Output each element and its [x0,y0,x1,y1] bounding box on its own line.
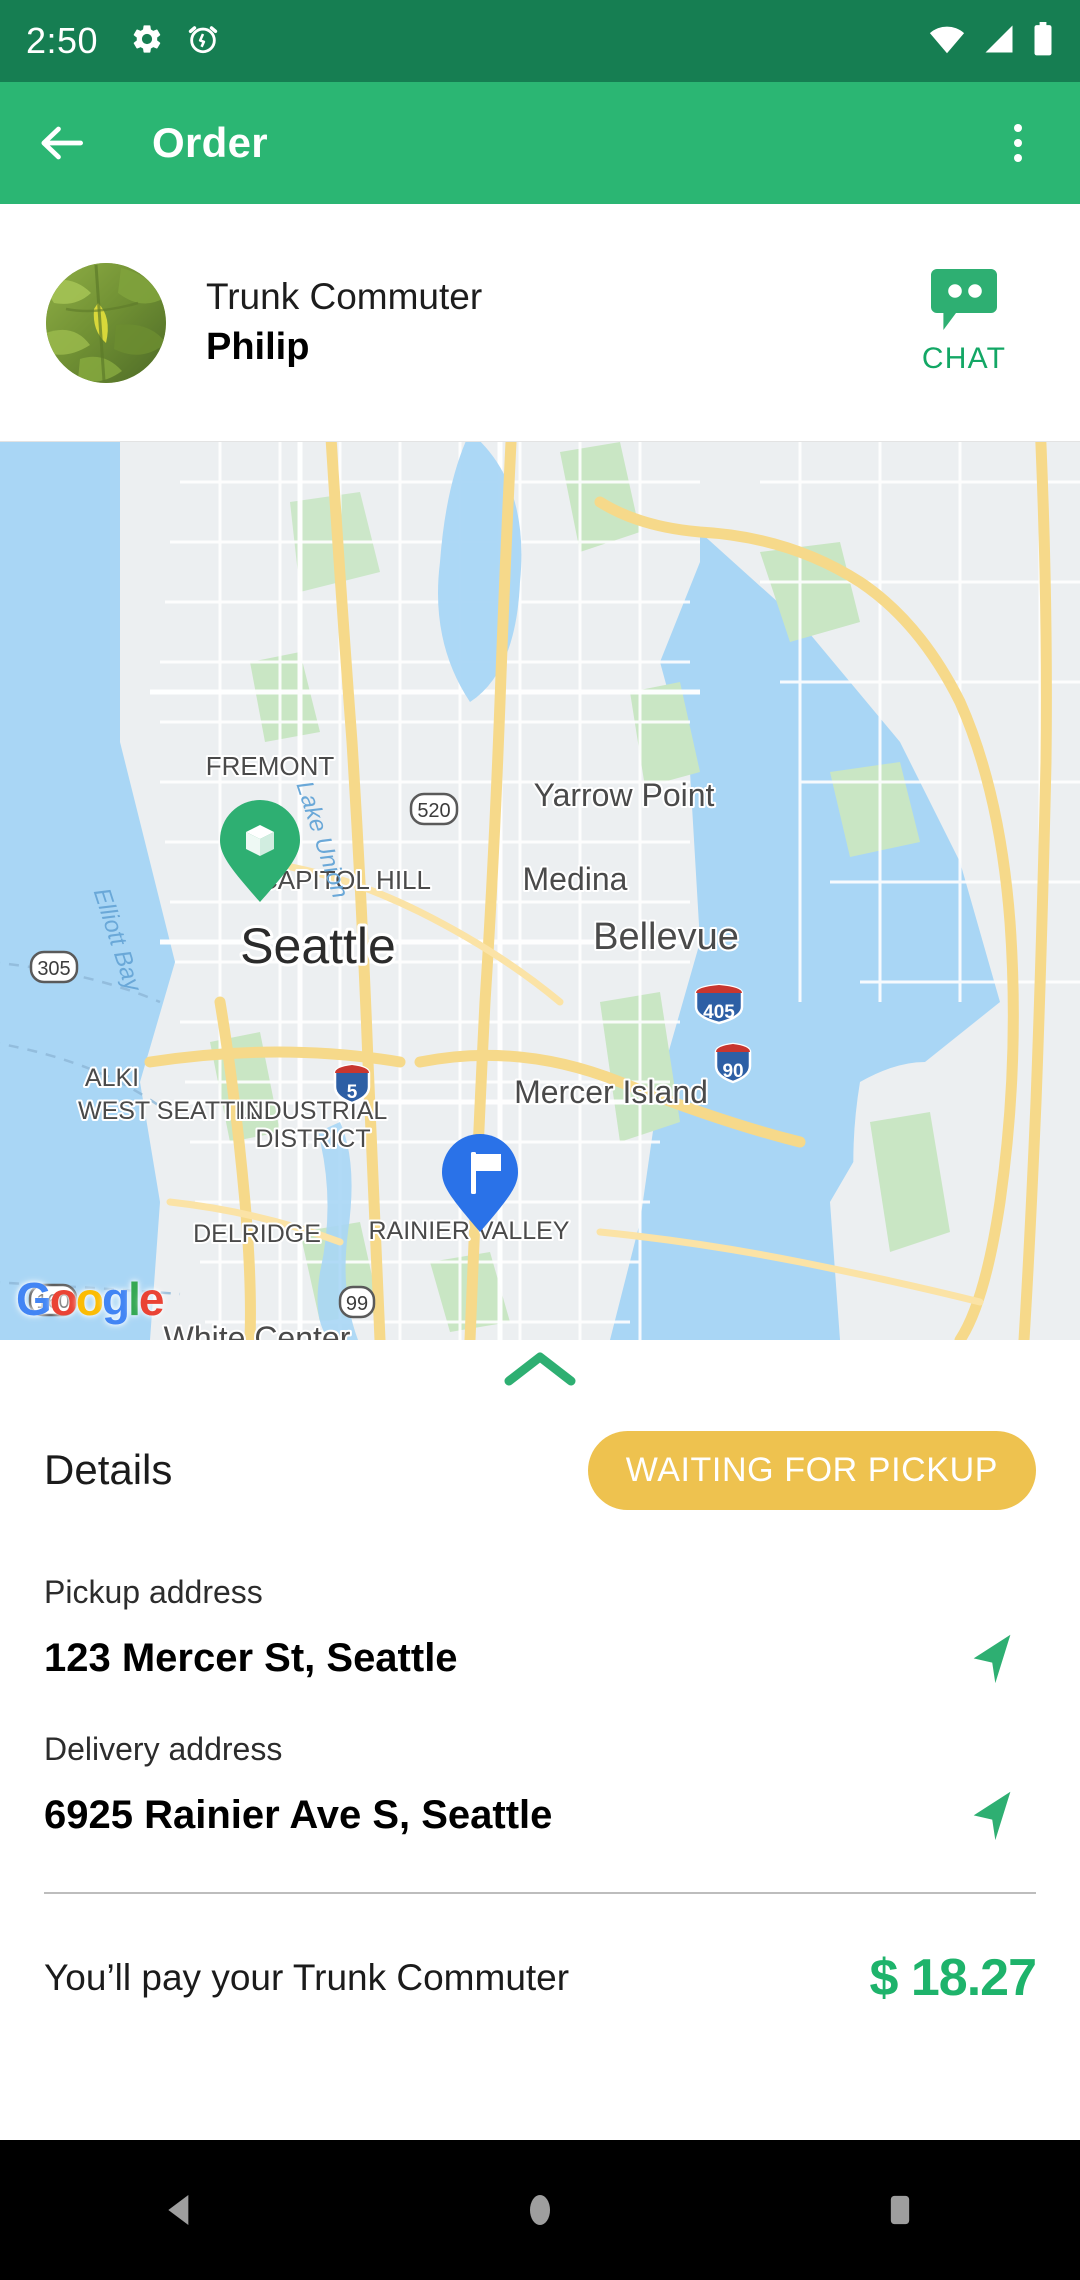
map-label: Seattle [240,918,396,974]
delivery-address-value: 6925 Rainier Ave S, Seattle [44,1792,553,1837]
chat-button-label: CHAT [921,342,1007,375]
highway-shield: 90 [714,1042,752,1084]
svg-text:405: 405 [703,1002,735,1023]
svg-text:99: 99 [346,1293,368,1315]
details-header-row: Details WAITING FOR PICKUP [0,1410,1080,1530]
highway-shield: 520 [409,792,459,826]
back-arrow-icon[interactable] [34,115,90,171]
payment-row: You’ll pay your Trunk Commuter $ 18.27 [0,1948,1080,2008]
status-bar-clock: 2:50 [26,20,99,61]
highway-shield: 5 [333,1063,371,1105]
svg-text:305: 305 [37,958,70,980]
nav-home-icon[interactable] [500,2170,580,2250]
map-label: INDUSTRIAL [239,1097,388,1125]
status-bar-system-icons [928,21,1054,61]
highway-shield: 405 [694,983,744,1025]
svg-text:90: 90 [722,1061,743,1082]
pickup-address-value: 123 Mercer St, Seattle [44,1635,458,1680]
status-badge[interactable]: WAITING FOR PICKUP [587,1430,1036,1510]
status-bar: 2:50 [0,0,1080,82]
delivery-address-block: Delivery address 6925 Rainier Ave S, Sea… [0,1731,1080,1844]
highway-shield: 305 [29,950,79,984]
chat-button[interactable]: CHAT [894,269,1034,376]
map-label: DELRIDGE [193,1220,321,1248]
payment-label: You’ll pay your Trunk Commuter [44,1957,570,1998]
map-label: ALKI [85,1064,139,1092]
app-screen: 2:50 Order Trunk Commuter Philip CHAT FR… [0,0,1080,2280]
avatar [46,262,166,383]
order-details-sheet: Details WAITING FOR PICKUP Pickup addres… [0,1340,1080,2140]
battery-icon [1032,21,1054,61]
payment-amount: $ 18.27 [869,1949,1037,2007]
page-title: Order [152,119,268,166]
overflow-dot [1014,124,1022,132]
chevron-up-icon [503,1349,577,1394]
wifi-icon [928,24,966,59]
chat-bubble-icon [931,269,997,336]
google-logo-letter: g [102,1273,130,1325]
pickup-address-row: 123 Mercer St, Seattle [44,1629,1036,1687]
courier-person-name: Philip [206,325,310,368]
google-logo-letter: e [138,1273,165,1325]
map-label: FREMONT [206,751,335,781]
map-label: RAINIER VALLEY [368,1217,569,1245]
map-label: Bellevue [593,916,739,958]
pickup-address-block: Pickup address 123 Mercer St, Seattle [0,1574,1080,1687]
alarm-clock-icon [186,22,220,61]
map-label: Medina [523,861,628,897]
courier-service-name: Trunk Commuter [206,276,483,317]
google-logo-letter: G [16,1273,52,1325]
courier-info: Trunk Commuter Philip [206,273,482,372]
navigate-arrow-icon[interactable] [964,1629,1022,1687]
overflow-dot [1014,154,1022,162]
google-logo-letter: o [75,1273,104,1325]
nav-recents-icon[interactable] [860,2170,940,2250]
map-label: Yarrow Point [534,777,715,813]
courier-summary-row: Trunk Commuter Philip CHAT [0,204,1080,442]
cell-signal-icon [982,24,1016,59]
delivery-address-row: 6925 Rainier Ave S, Seattle [44,1786,1036,1844]
section-divider [44,1892,1036,1894]
nav-back-icon[interactable] [140,2170,220,2250]
svg-text:520: 520 [417,800,450,822]
svg-text:5: 5 [347,1082,358,1103]
status-bar-notification-icons [130,22,220,61]
google-logo-letter: o [49,1273,78,1325]
gear-icon [130,22,164,61]
map-label: DISTRICT [255,1125,370,1153]
delivery-address-label: Delivery address [44,1731,283,1767]
android-navigation-bar [0,2140,1080,2280]
map-label: White Center [164,1320,351,1340]
map-label: Mercer Island [514,1074,708,1110]
sheet-expand-handle[interactable] [0,1340,1080,1402]
order-map[interactable]: .land{fill:#eceff1} .water{fill:#a9d6f5}… [0,442,1080,1340]
overflow-dot [1014,139,1022,147]
pickup-address-label: Pickup address [44,1574,263,1610]
app-bar: Order [0,82,1080,204]
navigate-arrow-icon[interactable] [964,1786,1022,1844]
google-logo-letter: l [128,1273,141,1325]
details-heading: Details [44,1446,173,1493]
highway-shield: 99 [338,1285,376,1319]
google-attribution-logo: Google [16,1272,165,1326]
overflow-menu-icon[interactable] [990,115,1046,171]
